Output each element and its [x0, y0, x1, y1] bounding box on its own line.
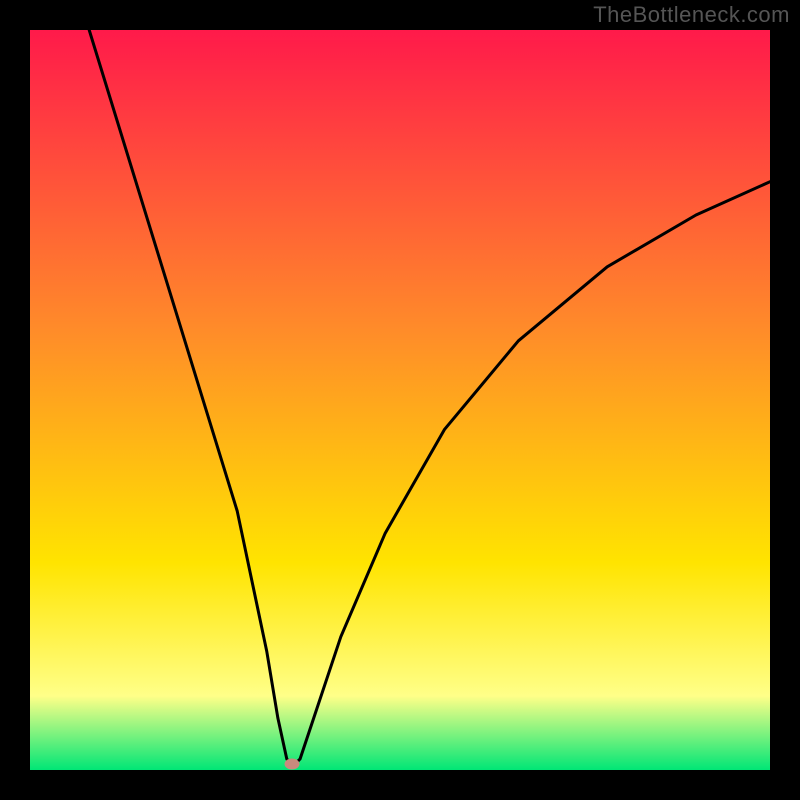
watermark-label: TheBottleneck.com — [593, 2, 790, 28]
chart-frame: TheBottleneck.com — [0, 0, 800, 800]
optimum-marker — [284, 759, 299, 770]
plot-area — [30, 30, 770, 770]
chart-svg — [30, 30, 770, 770]
gradient-background — [30, 30, 770, 770]
